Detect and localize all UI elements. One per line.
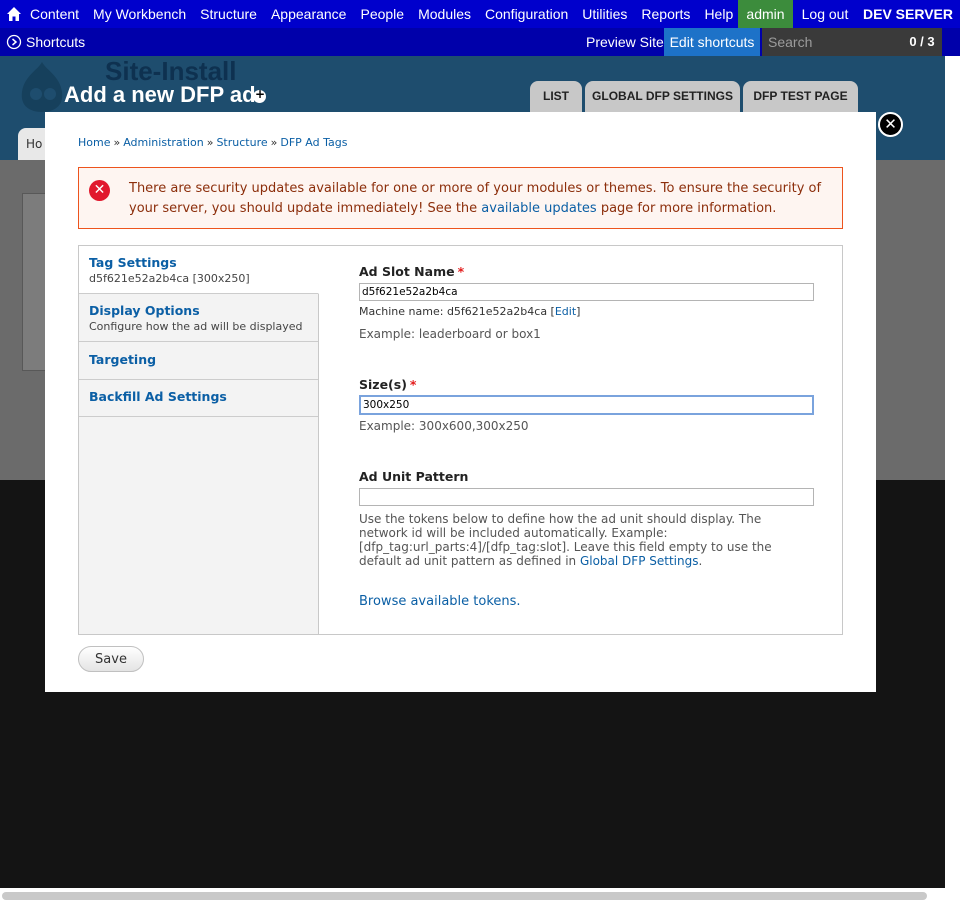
edit-shortcuts-link[interactable]: Edit shortcuts — [664, 28, 760, 56]
vtab-targeting[interactable]: Targeting — [79, 342, 318, 380]
global-dfp-settings-link[interactable]: Global DFP Settings — [580, 554, 699, 568]
vtab-summary: d5f621e52a2b4ca [300x250] — [89, 272, 250, 285]
menu-item-content[interactable]: Content — [30, 6, 79, 22]
modal-dialog: Home» Administration» Structure» DFP Ad Tag… — [45, 112, 876, 692]
machine-name: Machine name: d5f621e52a2b4ca [Edit] — [359, 305, 581, 318]
logout-link[interactable]: Log out — [797, 0, 853, 28]
sizes-label: Size(s) * — [359, 377, 417, 392]
sizes-example: Example: 300x600,300x250 — [359, 419, 529, 433]
shortcuts-label[interactable]: Shortcuts — [26, 28, 85, 56]
vtab-tag-settings[interactable]: Tag Settings d5f621e52a2b4ca [300x250] — [79, 246, 319, 294]
menu-item-help[interactable]: Help — [704, 6, 733, 22]
ad-slot-name-label: Ad Slot Name * — [359, 264, 465, 279]
breadcrumb-home[interactable]: Home — [78, 136, 110, 149]
vertical-tabs: Tag Settings d5f621e52a2b4ca [300x250] D… — [78, 245, 843, 635]
preview-site-link[interactable]: Preview Site — [586, 28, 664, 56]
tab-list[interactable]: LIST — [530, 81, 582, 112]
ad-slot-name-example: Example: leaderboard or box1 — [359, 327, 541, 341]
required-marker: * — [409, 377, 417, 392]
vtab-title[interactable]: Targeting — [89, 352, 308, 367]
breadcrumb-dfp-ad-tags[interactable]: DFP Ad Tags — [280, 136, 347, 149]
vtab-title[interactable]: Backfill Ad Settings — [89, 389, 308, 404]
vertical-scrollbar[interactable] — [945, 56, 960, 896]
ad-unit-pattern-input[interactable] — [359, 488, 814, 506]
add-shortcut-icon[interactable] — [253, 87, 266, 103]
scrollbar-thumb[interactable] — [2, 892, 927, 900]
menu-item-appearance[interactable]: Appearance — [271, 6, 347, 22]
menu-item-modules[interactable]: Modules — [418, 6, 471, 22]
admin-toolbar: Content My Workbench Structure Appearanc… — [0, 0, 960, 28]
vtab-display-options[interactable]: Display Options Configure how the ad wil… — [79, 294, 318, 342]
tab-dfp-test-page[interactable]: DFP TEST PAGE — [743, 81, 858, 112]
breadcrumb-separator: » — [206, 136, 214, 149]
required-marker: * — [457, 264, 465, 279]
save-button[interactable]: Save — [78, 646, 144, 672]
menu-item-people[interactable]: People — [360, 6, 404, 22]
tab-global-dfp-settings[interactable]: GLOBAL DFP SETTINGS — [585, 81, 740, 112]
menu-item-reports[interactable]: Reports — [641, 6, 690, 22]
drupal-logo-icon — [21, 62, 63, 112]
error-icon: ✕ — [89, 180, 110, 201]
search-counter: 0 / 3 — [902, 28, 942, 56]
toolbar-menu: Content My Workbench Structure Appearanc… — [30, 0, 747, 28]
shortcuts-toggle-icon[interactable] — [6, 34, 22, 50]
home-icon[interactable] — [6, 6, 22, 22]
security-alert: ✕ There are security updates available f… — [78, 167, 843, 229]
ad-unit-pattern-label: Ad Unit Pattern — [359, 469, 469, 484]
user-link[interactable]: admin — [738, 0, 793, 28]
shortcut-bar: Shortcuts Preview Site Edit shortcuts 0 … — [0, 28, 960, 56]
sizes-input[interactable] — [359, 395, 814, 415]
breadcrumb-separator: » — [113, 136, 121, 149]
page-title: Add a new DFP ad — [64, 82, 256, 107]
menu-item-configuration[interactable]: Configuration — [485, 6, 568, 22]
ad-unit-pattern-description: Use the tokens below to define how the a… — [359, 512, 772, 568]
breadcrumb-separator: » — [270, 136, 278, 149]
menu-item-structure[interactable]: Structure — [200, 6, 257, 22]
vtab-title[interactable]: Tag Settings — [89, 255, 308, 270]
vtab-summary: Configure how the ad will be displayed — [89, 320, 303, 333]
alert-message: There are security updates available for… — [129, 181, 822, 216]
ad-slot-name-input[interactable] — [359, 283, 814, 301]
breadcrumb-structure[interactable]: Structure — [216, 136, 267, 149]
vertical-tabs-list: Tag Settings d5f621e52a2b4ca [300x250] D… — [79, 246, 319, 634]
vtab-title[interactable]: Display Options — [89, 303, 308, 318]
environment-indicator: DEV SERVER — [863, 6, 953, 22]
menu-item-utilities[interactable]: Utilities — [582, 6, 627, 22]
breadcrumb-administration[interactable]: Administration — [123, 136, 204, 149]
available-updates-link[interactable]: available updates — [481, 201, 596, 216]
breadcrumb: Home» Administration» Structure» DFP Ad Tag… — [78, 136, 347, 149]
menu-item-my-workbench[interactable]: My Workbench — [93, 6, 186, 22]
toolbar-search-input[interactable] — [762, 28, 902, 56]
browse-tokens-link[interactable]: Browse available tokens. — [359, 594, 521, 609]
close-dialog-button[interactable]: ✕ — [878, 112, 903, 137]
machine-name-edit-link[interactable]: Edit — [555, 305, 576, 318]
vtab-backfill-ad-settings[interactable]: Backfill Ad Settings — [79, 380, 318, 417]
horizontal-scrollbar[interactable] — [0, 888, 960, 903]
